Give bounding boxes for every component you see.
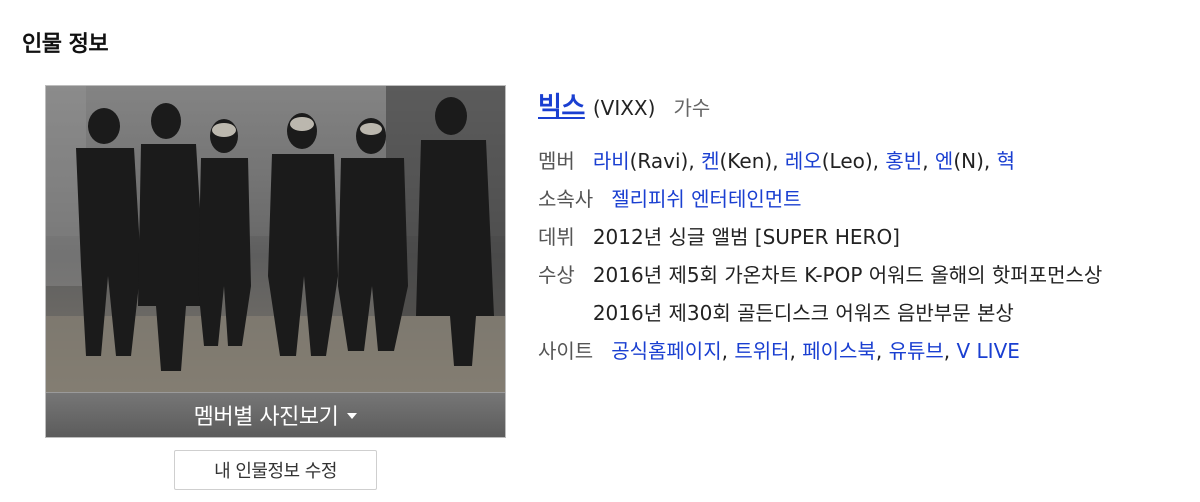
edit-profile-button[interactable]: 내 인물정보 수정 [174, 450, 377, 490]
member-photos-button[interactable]: 멤버별 사진보기 [46, 392, 505, 437]
site-link-official[interactable]: 공식홈페이지 [611, 339, 721, 363]
award-item: 2016년 제5회 가온차트 K-POP 어워드 올해의 핫퍼포먼스상 [592, 263, 1103, 287]
site-link-vlive[interactable]: V LIVE [957, 339, 1020, 363]
member-link-ravi[interactable]: 라비 [593, 149, 630, 173]
sites-row: 사이트 공식홈페이지, 트위터, 페이스북, 유튜브, V LIVE [538, 332, 1188, 370]
artist-role: 가수 [673, 96, 711, 120]
artist-name-link[interactable]: 빅스 [538, 86, 585, 123]
agency-row: 소속사 젤리피쉬 엔터테인먼트 [538, 180, 1188, 218]
awards-row: 수상 2016년 제5회 가온차트 K-POP 어워드 올해의 핫퍼포먼스상 2… [538, 256, 1188, 332]
site-link-youtube[interactable]: 유튜브 [889, 339, 944, 363]
debut-label: 데뷔 [538, 225, 575, 249]
awards-value: 2016년 제5회 가온차트 K-POP 어워드 올해의 핫퍼포먼스상 2016… [593, 256, 1102, 332]
info-rows: 멤버 라비(Ravi), 켄(Ken), 레오(Leo), 홍빈, 엔(N), … [538, 142, 1188, 370]
sites-label: 사이트 [538, 339, 594, 363]
member-link-ken[interactable]: 켄 [701, 149, 719, 173]
member-suffix: (N) [953, 149, 984, 173]
caret-down-icon [347, 413, 358, 419]
site-link-facebook[interactable]: 페이스북 [802, 339, 876, 363]
member-link-hyuk[interactable]: 혁 [997, 149, 1015, 173]
site-link-twitter[interactable]: 트위터 [734, 339, 789, 363]
profile-photo[interactable]: 멤버별 사진보기 [45, 85, 506, 438]
profile-info: 빅스 (VIXX) 가수 멤버 라비(Ravi), 켄(Ken), 레오(Leo… [538, 86, 1188, 370]
members-value: 라비(Ravi), 켄(Ken), 레오(Leo), 홍빈, 엔(N), 혁 [592, 149, 1016, 173]
section-title: 인물 정보 [22, 32, 109, 57]
sites-value: 공식홈페이지, 트위터, 페이스북, 유튜브, V LIVE [611, 339, 1020, 363]
agency-link[interactable]: 젤리피쉬 엔터테인먼트 [611, 187, 801, 211]
awards-label: 수상 [538, 263, 575, 287]
award-item: 2016년 제30회 골든디스크 어워즈 음반부문 본상 [592, 301, 1014, 325]
group-photo-image[interactable] [46, 86, 506, 394]
agency-label: 소속사 [538, 187, 594, 211]
name-line: 빅스 (VIXX) 가수 [538, 86, 1188, 124]
member-suffix: (Leo) [821, 149, 873, 173]
agency-value: 젤리피쉬 엔터테인먼트 [611, 180, 801, 218]
member-link-leo[interactable]: 레오 [785, 149, 822, 173]
debut-value: 2012년 싱글 앨범 [SUPER HERO] [592, 225, 900, 249]
member-suffix: (Ken) [719, 149, 773, 173]
members-row: 멤버 라비(Ravi), 켄(Ken), 레오(Leo), 홍빈, 엔(N), … [538, 142, 1188, 180]
member-link-hongbin[interactable]: 홍빈 [885, 149, 922, 173]
artist-name-english: (VIXX) [592, 96, 656, 120]
member-link-n[interactable]: 엔 [935, 149, 953, 173]
debut-row: 데뷔 2012년 싱글 앨범 [SUPER HERO] [538, 218, 1188, 256]
members-label: 멤버 [538, 149, 575, 173]
member-suffix: (Ravi) [629, 149, 689, 173]
member-photos-label: 멤버별 사진보기 [193, 405, 339, 430]
